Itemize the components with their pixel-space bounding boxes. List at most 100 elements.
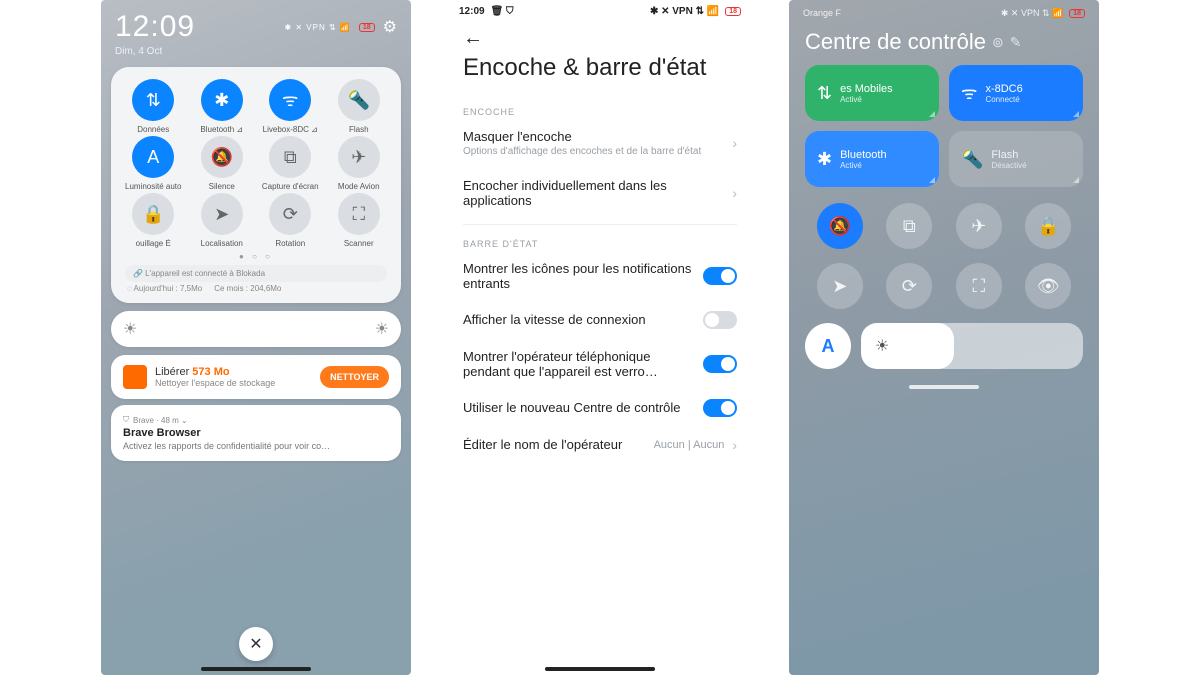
toggle-switch[interactable] [703,399,737,417]
status-date: Dim, 4 Oct [101,46,411,63]
qs-icon: 🔕 [201,136,243,178]
cleaner-subtitle: Nettoyer l'espace de stockage [155,378,312,388]
cc-toggle[interactable]: 🔒 [1025,203,1071,249]
toggle-label: Afficher la vitesse de connexion [463,312,695,327]
tile-title: x-8DC6 [985,83,1022,95]
home-indicator[interactable] [201,667,311,671]
qs-toggle[interactable]: 🔕Silence [188,136,257,191]
qs-icon: ➤ [201,193,243,235]
toggle-row[interactable]: Utiliser le nouveau Centre de contrôle [445,389,755,427]
tile-icon: 🔦 [961,149,983,170]
tile-title: Bluetooth [840,149,886,161]
trash-icon [123,365,147,389]
brightness-slider[interactable]: ☀︎ ☀ [111,311,401,347]
qs-icon: ✈ [338,136,380,178]
section-statusbar: BARRE D'ÉTAT [445,231,755,251]
cc-toggle[interactable]: ✈ [956,203,1002,249]
tile-title: es Mobiles [840,83,893,95]
cc-toggle[interactable]: 🔕 [817,203,863,249]
qs-label: Scanner [325,239,394,248]
control-center-title: Centre de contrôle [805,29,986,55]
tile-title: Flash [991,149,1026,161]
qs-toggle[interactable]: ⟳Rotation [256,193,325,248]
tile-icon: ᯤ [961,81,977,105]
toggle-switch[interactable] [703,355,737,373]
qs-toggle[interactable]: 🔒ouillage É [119,193,188,248]
row-mask-notch[interactable]: Masquer l'encocheOptions d'affichage des… [445,119,755,168]
toggle-label: Montrer les icônes pour les notification… [463,261,695,291]
qs-toggle[interactable]: ✱ Bluetooth ⊿ [188,79,257,134]
edit-icon[interactable]: ✎ [1010,34,1022,51]
tile-icon: ⇅ [817,83,832,104]
toggle-row[interactable]: Montrer les icônes pour les notification… [445,251,755,301]
back-button[interactable]: ← [445,23,755,50]
chevron-right-icon: › [732,437,737,453]
qs-toggle[interactable]: ⧉ Capture d'écran [256,136,325,191]
tile-subtitle: Désactivé [991,161,1026,170]
qs-icon: ⧉ [269,136,311,178]
qs-icon: ✱ [201,79,243,121]
settings-notch-screen: 12:09 🗑 ⛉ ✱ ✕ VPN ⇅ 📶 18 ← Encoche & barre… [445,0,755,675]
blokada-status[interactable]: 🔗 L'appareil est connecté à Blokada [125,265,387,282]
brightness-slider[interactable]: ☀ [861,323,1083,369]
cc-toggle[interactable]: 👁 [1025,263,1071,309]
qs-label: Livebox-8DC ⊿ [256,125,325,134]
toggle-row[interactable]: Montrer l'opérateur téléphonique pendant… [445,339,755,389]
chevron-right-icon: › [732,135,737,151]
status-time: 12:09 [459,6,485,17]
qs-label: Bluetooth ⊿ [188,125,257,134]
dismiss-button[interactable]: ✕ [239,627,273,661]
cc-tile[interactable]: ⇅ es MobilesActivé [805,65,939,121]
battery-badge: 18 [359,23,375,32]
cc-tile[interactable]: ✱BluetoothActivé [805,131,939,187]
toggle-row[interactable]: Afficher la vitesse de connexion [445,301,755,339]
qs-toggle[interactable]: 🔦Flash [325,79,394,134]
control-center-screen: Orange F ✱ ✕ VPN ⇅ 📶 18 Centre de contrô… [789,0,1099,675]
qs-label: Capture d'écran [256,182,325,191]
qs-label: Luminosité auto [119,182,188,191]
tile-subtitle: Activé [840,95,893,104]
cc-toggle[interactable]: ⧉ [886,203,932,249]
settings-icon[interactable]: ⊚ [992,34,1004,51]
status-left-icons: 🗑 ⛉ [491,6,514,17]
cc-toggle[interactable]: ➤ [817,263,863,309]
cc-tile[interactable]: ᯤ x-8DC6Connecté [949,65,1083,121]
brightness-high-icon: ☀ [375,319,389,339]
qs-toggle[interactable]: ⇅Données [119,79,188,134]
tile-subtitle: Connecté [985,95,1022,104]
qs-toggle[interactable]: ➤ Localisation [188,193,257,248]
qs-toggle[interactable]: ✈Mode Avion [325,136,394,191]
qs-label: ouillage É [119,239,188,248]
cc-toggle[interactable]: ⛶ [956,263,1002,309]
toggle-label: Montrer l'opérateur téléphonique pendant… [463,349,695,379]
page-title: Encoche & barre d'état [445,50,755,99]
drag-handle[interactable] [909,385,979,389]
cleaner-card[interactable]: Libérer 573 Mo Nettoyer l'espace de stoc… [111,355,401,399]
section-encoche: ENCOCHE [445,99,755,119]
row-per-app-notch[interactable]: Encocher individuellement dans les appli… [445,168,755,218]
row-edit-operator[interactable]: Éditer le nom de l'opérateur Aucun | Auc… [445,427,755,463]
page-dots[interactable]: ● ○ ○ [119,252,393,261]
qs-toggle[interactable]: ALuminosité auto [119,136,188,191]
home-indicator[interactable] [545,667,655,671]
toggle-switch[interactable] [703,311,737,329]
qs-icon: ⛶ [338,193,380,235]
clean-button[interactable]: NETTOYER [320,366,389,388]
cc-toggle[interactable]: ⟳ [886,263,932,309]
brave-notification[interactable]: ⛉ Brave · 48 m ⌄ Brave Browser Activez l… [111,405,401,461]
auto-brightness-button[interactable]: A [805,323,851,369]
status-right-icons: ✱ ✕ VPN ⇅ 📶 [650,6,719,17]
notification-shade-screen: 12:09 ✱ ✕ VPN ⇅ 📶 18 ⚙ Dim, 4 Oct ⇅Donné… [101,0,411,675]
toggle-switch[interactable] [703,267,737,285]
qs-toggle[interactable]: ᯤLivebox-8DC ⊿ [256,79,325,134]
brave-source: ⛉ Brave · 48 m ⌄ [123,415,389,425]
gear-icon[interactable]: ⚙ [383,17,397,37]
tile-subtitle: Activé [840,161,886,170]
battery-badge: 18 [725,7,741,16]
qs-label: Localisation [188,239,257,248]
brave-title: Brave Browser [123,427,389,439]
cc-tile[interactable]: 🔦 FlashDésactivé [949,131,1083,187]
quick-settings-panel: ⇅Données ✱ Bluetooth ⊿ᯤLivebox-8DC ⊿🔦Flash… [111,67,401,303]
qs-icon: ⇅ [132,79,174,121]
qs-toggle[interactable]: ⛶ Scanner [325,193,394,248]
